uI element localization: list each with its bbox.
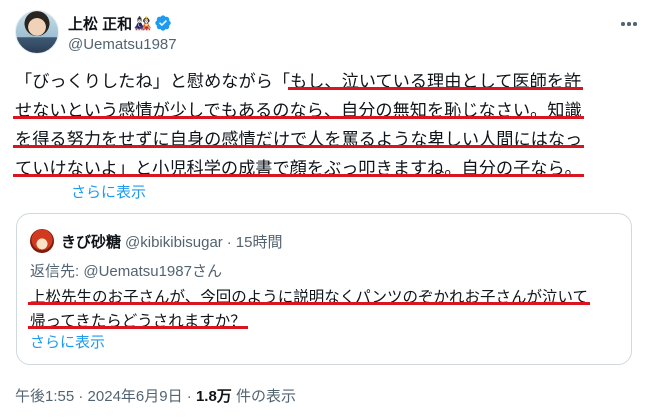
quoted-tweet-card[interactable]: きび砂糖 @kibikibisugar · 15時間 返信先: @Uematsu198… xyxy=(16,213,632,365)
footer-separator-2: · xyxy=(186,388,192,405)
tweet-line-1-underlined: もし、泣いている理由として医師を許 xyxy=(290,71,582,91)
quote-time-ago: 15時間 xyxy=(235,234,283,251)
tweet-line-1: 「びっくりしたね」と慰めながら「もし、泣いている理由として医師を許 xyxy=(15,67,635,96)
verified-badge-icon xyxy=(154,15,171,31)
author-display-name[interactable]: 上松 正和 xyxy=(68,13,132,34)
tweet-line-1-plain: 「びっくりしたね」と慰めながら「 xyxy=(15,71,291,91)
quote-line-2: 帰ってきたらどうされますか？ xyxy=(30,310,588,334)
quote-line-1-underlined: 上松先生のお子さんが、今回のように説明なくパンツのぞかれお子さんが泣いて xyxy=(30,289,589,306)
quote-show-more-link[interactable]: さらに表示 xyxy=(30,331,105,352)
tweet-text: 「びっくりしたね」と慰めながら「もし、泣いている理由として医師を許 せないという… xyxy=(15,67,635,183)
footer-separator-1: · xyxy=(78,388,84,405)
quote-header: きび砂糖 @kibikibisugar · 15時間 xyxy=(61,231,282,252)
quote-reply-context: 返信先: @Uematsu1987さん xyxy=(30,260,222,281)
quote-separator: · xyxy=(226,234,232,251)
quote-reply-handle[interactable]: @Uematsu1987さん xyxy=(83,263,222,280)
tweet-line-2: せないという感情が少しでもあるのなら、自分の無知を恥じなさい。知識 xyxy=(15,96,635,125)
views-label: 件の表示 xyxy=(235,388,296,405)
tweet-date[interactable]: 2024年6月9日 xyxy=(88,388,183,405)
author-handle[interactable]: @Uematsu1987 xyxy=(68,36,177,53)
tweet-time[interactable]: 午後1:55 xyxy=(15,388,74,405)
author-name-row[interactable]: 上松 正和 🎎 xyxy=(68,13,172,33)
quote-author-handle: @kibikibisugar xyxy=(125,234,223,251)
show-more-link[interactable]: さらに表示 xyxy=(71,181,146,202)
more-options-icon[interactable] xyxy=(618,14,640,34)
views-count: 1.8万 xyxy=(195,388,232,405)
quote-text: 上松先生のお子さんが、今回のように説明なくパンツのぞかれお子さんが泣いて 帰って… xyxy=(30,286,588,334)
author-name-emoji: 🎎 xyxy=(134,14,152,31)
tweet-line-2-underlined: せないという感情が少しでもあるのなら、自分の無知を恥じなさい。知識 xyxy=(15,100,582,120)
quote-author-name: きび砂糖 xyxy=(61,234,122,251)
quote-line-1: 上松先生のお子さんが、今回のように説明なくパンツのぞかれお子さんが泣いて xyxy=(30,286,588,310)
quote-reply-prefix: 返信先: xyxy=(30,263,84,280)
tweet-line-3: を得る努力をせずに自身の感情だけで人を罵るような卑しい人間にはなっ xyxy=(15,125,635,154)
quote-author-avatar xyxy=(30,229,54,253)
tweet-line-4-underlined: ていけないよ」と小児科学の成書で顔をぶっ叩きますね。自分の子なら。 xyxy=(15,158,582,178)
tweet-line-4: ていけないよ」と小児科学の成書で顔をぶっ叩きますね。自分の子なら。 xyxy=(15,154,635,183)
tweet-footer: 午後1:55 · 2024年6月9日 · 1.8万 件の表示 xyxy=(15,385,296,406)
quote-line-2-underlined: 帰ってきたらどうされますか？ xyxy=(30,313,246,330)
author-avatar[interactable] xyxy=(15,10,59,54)
tweet-line-3-underlined: を得る努力をせずに自身の感情だけで人を罵るような卑しい人間にはなっ xyxy=(15,129,583,149)
